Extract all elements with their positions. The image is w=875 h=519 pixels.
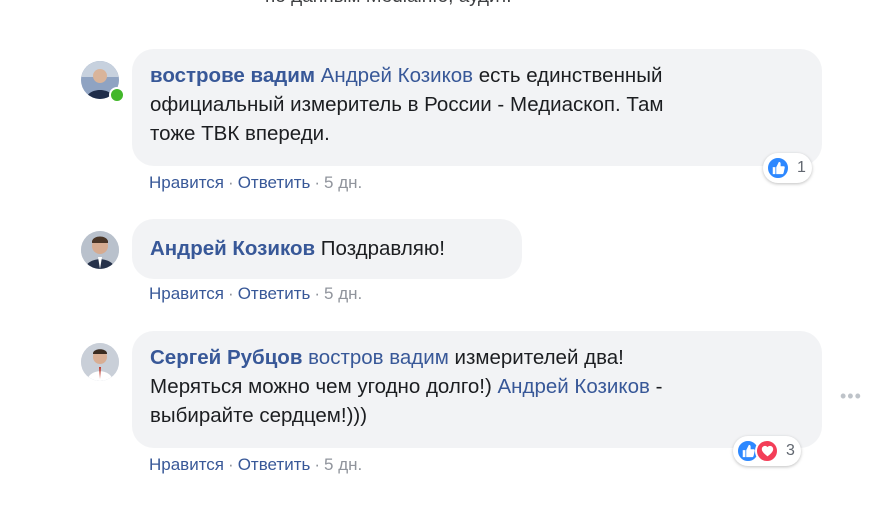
like-link[interactable]: Нравится [149,173,224,192]
comment-bubble: Сергей Рубцов востров вадим измерителей … [132,331,822,448]
online-status-dot [109,87,125,103]
truncated-text: по данным Mediainfo, аудит. [265,0,512,8]
reaction-count: 1 [797,159,806,176]
comment-text: официальный измеритель в России - Медиас… [150,93,664,116]
separator: · [314,455,321,474]
like-link[interactable]: Нравится [149,455,224,474]
comment-text: Меряться можно чем угодно долго!) [150,375,492,398]
separator: · [314,173,321,192]
reaction-count: 3 [786,442,795,459]
mention-link[interactable]: Андрей Козиков [321,64,473,87]
comment-text: выбирайте сердцем!))) [150,404,368,427]
separator: · [228,284,234,303]
more-options-icon[interactable]: ••• [840,386,862,407]
separator: · [228,173,234,192]
separator: · [314,284,321,303]
like-reaction-icon [766,156,790,180]
comment-bubble: вострове вадим Андрей Козиков есть единс… [132,49,822,166]
reply-link[interactable]: Ответить [238,173,311,192]
separator: · [228,455,234,474]
comment-author[interactable]: Сергей Рубцов [150,346,302,369]
comment-author[interactable]: вострове вадим [150,64,315,87]
comment-text: тоже ТВК впереди. [150,122,330,145]
timestamp[interactable]: 5 дн. [324,284,362,303]
comment-text: измерителей два! [454,346,624,369]
mention-link[interactable]: Андрей Козиков [498,375,650,398]
avatar[interactable] [81,231,119,269]
avatar[interactable] [81,343,119,381]
reply-link[interactable]: Ответить [238,284,311,303]
mention-link[interactable]: востров вадим [308,346,449,369]
reply-link[interactable]: Ответить [238,455,311,474]
reaction-summary[interactable]: 3 [733,436,801,466]
love-reaction-icon [755,439,779,463]
comment-text: есть единственный [478,64,663,87]
comment-author[interactable]: Андрей Козиков [150,237,315,260]
timestamp[interactable]: 5 дн. [324,455,362,474]
comment-actions: Нравится · Ответить · 5 дн. [149,173,362,193]
comment-text: Поздравляю! [320,237,445,260]
reaction-summary[interactable]: 1 [763,153,812,183]
comment-bubble: Андрей Козиков Поздравляю! [132,219,522,279]
comment-text: - [655,375,663,398]
comment-actions: Нравится · Ответить · 5 дн. [149,455,362,475]
like-link[interactable]: Нравится [149,284,224,303]
comment-actions: Нравится · Ответить · 5 дн. [149,284,362,304]
timestamp[interactable]: 5 дн. [324,173,362,192]
